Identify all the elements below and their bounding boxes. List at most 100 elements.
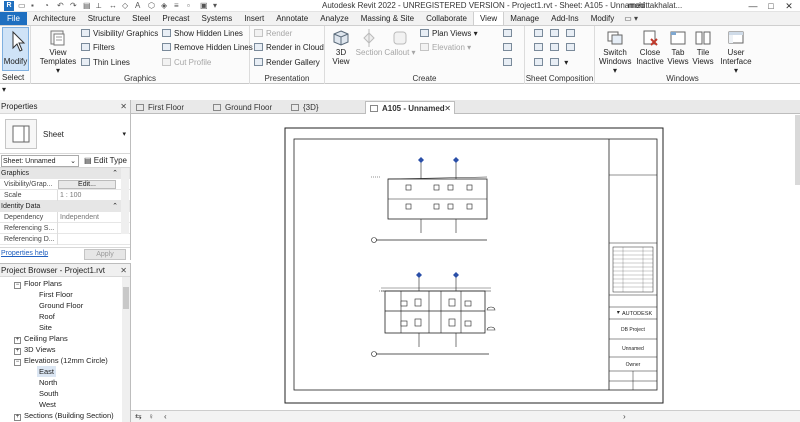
tree-elevations[interactable]: − Elevations (12mm Circle): [14, 355, 108, 366]
tree-floor-plans[interactable]: − Floor Plans: [14, 278, 62, 289]
browser-scrollbar[interactable]: [122, 277, 130, 422]
tab-manage[interactable]: Manage: [504, 12, 545, 25]
new-sheet-button[interactable]: [534, 29, 546, 39]
view-tab-3d[interactable]: {3D}: [291, 101, 319, 114]
view-tab-ground-floor[interactable]: Ground Floor: [213, 101, 272, 114]
plan-views-button[interactable]: Plan Views ▾: [420, 29, 478, 39]
render-gallery-button[interactable]: Render Gallery: [254, 58, 320, 68]
redo-icon[interactable]: ↷: [70, 1, 78, 10]
drawing-canvas[interactable]: AUTODESK DB Project Unnamed Owner: [131, 115, 800, 411]
tree-site[interactable]: Site: [39, 322, 52, 333]
apply-button[interactable]: Apply: [84, 249, 126, 260]
tree-ceiling-plans[interactable]: + Ceiling Plans: [14, 333, 68, 344]
close-hidden-icon[interactable]: ▫: [187, 1, 195, 10]
revisions-button[interactable]: [534, 43, 546, 53]
tab-annotate[interactable]: Annotate: [270, 12, 314, 25]
show-hidden-lines-button[interactable]: Show Hidden Lines: [162, 29, 243, 39]
dimension-icon[interactable]: ↔: [109, 1, 117, 10]
close-inactive-button[interactable]: Close Inactive: [635, 29, 665, 66]
revit-logo-icon[interactable]: R: [4, 1, 14, 11]
instance-selector[interactable]: Sheet: Unnamed ⌄: [1, 155, 79, 167]
tag-icon[interactable]: ◇: [122, 1, 130, 10]
section-button[interactable]: Section: [355, 29, 383, 57]
tree-roof[interactable]: Roof: [39, 311, 55, 322]
measure-icon[interactable]: ⟂: [96, 1, 104, 10]
tab-precast[interactable]: Precast: [156, 12, 195, 25]
tab-massing-site[interactable]: Massing & Site: [355, 12, 420, 25]
tree-north[interactable]: North: [39, 377, 57, 388]
properties-scrollbar[interactable]: [121, 168, 129, 234]
tab-structure[interactable]: Structure: [82, 12, 126, 25]
tree-first-floor[interactable]: First Floor: [39, 289, 73, 300]
thin-lines-icon[interactable]: ≡: [174, 1, 182, 10]
matchline-button[interactable]: [566, 43, 578, 53]
tree-ground-floor[interactable]: Ground Floor: [39, 300, 83, 311]
tree-west[interactable]: West: [39, 399, 56, 410]
close-icon[interactable]: ✕: [120, 100, 127, 114]
cut-profile-button[interactable]: Cut Profile: [162, 58, 211, 68]
view-3d-icon[interactable]: ⬡: [148, 1, 156, 10]
canvas-scrollbar[interactable]: [795, 115, 800, 185]
lightbulb-icon[interactable]: ♀: [148, 412, 154, 421]
viewports-button[interactable]: ▾: [550, 58, 568, 68]
view-3d-button[interactable]: 3D View: [328, 29, 354, 66]
sheet-drawing[interactable]: AUTODESK DB Project Unnamed Owner: [131, 115, 800, 411]
drafting-view-button[interactable]: [503, 29, 515, 39]
graphics-section[interactable]: Graphics ⌃: [0, 168, 130, 179]
minimize-button[interactable]: —: [744, 0, 762, 12]
select-dropdown[interactable]: Select ▾: [0, 72, 30, 94]
title-block-button[interactable]: [550, 29, 562, 39]
tree-east[interactable]: East: [37, 366, 57, 377]
thin-lines-button[interactable]: Thin Lines: [81, 58, 130, 68]
callout-button[interactable]: Callout ▾: [384, 29, 416, 57]
user-interface-button[interactable]: User Interface ▾: [719, 29, 753, 75]
switch-windows-icon[interactable]: ▣: [200, 1, 208, 10]
render-in-cloud-button[interactable]: Render in Cloud: [254, 43, 324, 53]
tab-collaborate[interactable]: Collaborate: [420, 12, 473, 25]
remove-hidden-lines-button[interactable]: Remove Hidden Lines: [162, 43, 253, 53]
user-account[interactable]: mohittakhalat...: [628, 1, 682, 10]
tab-views-button[interactable]: Tab Views: [666, 29, 690, 66]
properties-help-link[interactable]: Properties help: [1, 250, 48, 257]
tree-south[interactable]: South: [39, 388, 59, 399]
type-selector[interactable]: Sheet ▾: [0, 114, 130, 154]
filters-button[interactable]: Filters: [81, 43, 115, 53]
view-tab-a105[interactable]: A105 - Unnamed ✕: [365, 101, 455, 114]
place-view-button[interactable]: [566, 29, 578, 39]
tab-view[interactable]: View: [472, 12, 505, 25]
tab-file[interactable]: File: [0, 12, 27, 25]
identity-data-section[interactable]: Identity Data ⌃: [0, 201, 130, 212]
link-icon[interactable]: ⇆: [135, 412, 142, 421]
tab-systems[interactable]: Systems: [196, 12, 239, 25]
visibility-edit-button[interactable]: Edit...: [58, 180, 116, 189]
ribbon-toggle-button[interactable]: ▭ ▾: [620, 12, 642, 25]
print-icon[interactable]: ▤: [83, 1, 91, 10]
maximize-button[interactable]: □: [762, 0, 780, 12]
scroll-right-icon[interactable]: ›: [623, 412, 626, 421]
tab-steel[interactable]: Steel: [126, 12, 156, 25]
close-icon[interactable]: ✕: [444, 102, 451, 115]
customize-icon[interactable]: ▾: [213, 1, 221, 10]
tab-insert[interactable]: Insert: [238, 12, 270, 25]
elevation-button[interactable]: Elevation ▾: [420, 43, 471, 53]
scroll-left-icon[interactable]: ‹: [164, 412, 167, 421]
close-icon[interactable]: ✕: [120, 264, 127, 277]
legends-button[interactable]: [503, 58, 515, 68]
close-button[interactable]: ✕: [780, 0, 798, 12]
view-reference-button[interactable]: [534, 58, 546, 68]
browser-scrollbar-thumb[interactable]: [123, 287, 129, 309]
view-templates-button[interactable]: View Templates ▾: [37, 29, 79, 75]
switch-windows-button[interactable]: Switch Windows ▾: [599, 29, 631, 75]
undo-icon[interactable]: ↶: [57, 1, 65, 10]
view-tab-first-floor[interactable]: First Floor: [136, 101, 184, 114]
render-button[interactable]: Render: [254, 29, 292, 39]
tab-analyze[interactable]: Analyze: [314, 12, 354, 25]
tile-views-button[interactable]: Tile Views: [691, 29, 715, 66]
guide-grid-button[interactable]: [550, 43, 562, 53]
text-icon[interactable]: A: [135, 1, 143, 10]
tab-modify[interactable]: Modify: [585, 12, 621, 25]
visibility-graphics-button[interactable]: Visibility/ Graphics: [81, 29, 158, 39]
edit-type-button[interactable]: ▤ Edit Type: [84, 155, 127, 167]
tree-3d-views[interactable]: +3D Views: [14, 344, 56, 355]
sync-icon[interactable]: ◔: [44, 1, 52, 10]
